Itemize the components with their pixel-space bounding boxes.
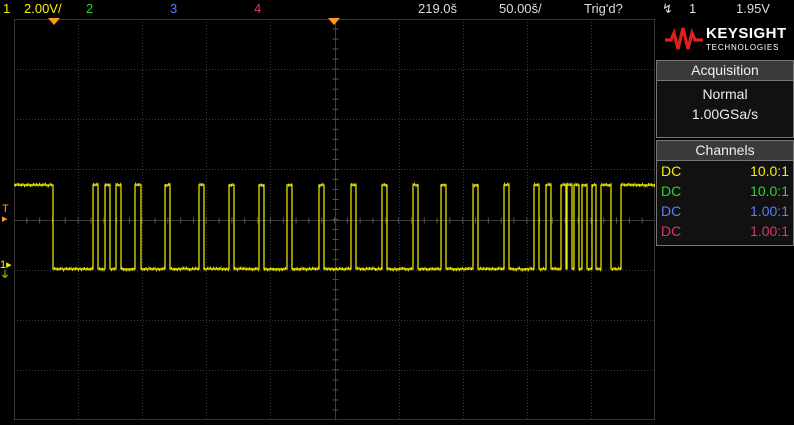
ch2-coupling: DC <box>661 183 682 199</box>
ch1-number[interactable]: 1 <box>3 1 10 16</box>
ch4-number[interactable]: 4 <box>254 1 261 16</box>
trigger-position-marker[interactable] <box>328 18 340 26</box>
logo-subtitle: TECHNOLOGIES <box>706 43 780 52</box>
time-reference-marker[interactable] <box>48 18 60 26</box>
ground-icon: ⏚ <box>0 270 10 281</box>
graticule <box>13 18 656 421</box>
trigger-edge-icon[interactable]: ↯ <box>662 1 673 17</box>
keysight-wave-icon <box>665 27 703 50</box>
acquisition-panel[interactable]: Normal 1.00GSa/s <box>656 81 794 138</box>
trigger-level-marker[interactable]: T ▸ <box>2 204 14 225</box>
ch1-scale[interactable]: 2.00V/ <box>24 1 62 16</box>
trigger-source[interactable]: 1 <box>689 1 696 16</box>
ch3-number[interactable]: 3 <box>170 1 177 16</box>
channel-row-3[interactable]: DC 1.00:1 <box>661 203 789 222</box>
channel-row-4[interactable]: DC 1.00:1 <box>661 223 789 242</box>
ch2-number[interactable]: 2 <box>86 1 93 16</box>
ch2-probe: 10.0:1 <box>750 183 789 199</box>
acquisition-header[interactable]: Acquisition <box>656 60 794 81</box>
ch4-probe: 1.00:1 <box>750 223 789 239</box>
logo-brand: KEYSIGHT <box>706 25 787 42</box>
status-bar: 1 2.00V/ 2 3 4 219.0š 50.00š/ Trig'd? ↯ … <box>0 0 794 18</box>
waveform-display[interactable] <box>13 18 656 421</box>
channels-header[interactable]: Channels <box>656 140 794 161</box>
channel-row-1[interactable]: DC 10.0:1 <box>661 163 789 182</box>
delay-value[interactable]: 50.00š/ <box>499 1 542 16</box>
trigger-level-arrow-icon: ▸ <box>2 213 8 225</box>
ch1-coupling: DC <box>661 163 682 179</box>
trigger-status: Trig'd? <box>584 1 623 16</box>
channel-row-2[interactable]: DC 10.0:1 <box>661 183 789 202</box>
acquisition-rate: 1.00GSa/s <box>691 106 759 122</box>
trigger-level[interactable]: 1.95V <box>736 1 770 16</box>
side-panel: KEYSIGHT TECHNOLOGIES Acquisition Normal… <box>656 19 794 422</box>
ch3-coupling: DC <box>661 203 682 219</box>
timebase-value[interactable]: 219.0š <box>418 1 457 16</box>
ch1-ground-marker[interactable]: 1▸ ⏚ <box>0 260 14 282</box>
ch3-probe: 1.00:1 <box>750 203 789 219</box>
ch4-coupling: DC <box>661 223 682 239</box>
ch1-probe: 10.0:1 <box>750 163 789 179</box>
channels-panel[interactable]: DC 10.0:1 DC 10.0:1 DC 1.00:1 DC 1.00:1 <box>656 161 794 246</box>
acquisition-mode: Normal <box>702 86 748 102</box>
keysight-logo: KEYSIGHT TECHNOLOGIES <box>656 19 794 59</box>
